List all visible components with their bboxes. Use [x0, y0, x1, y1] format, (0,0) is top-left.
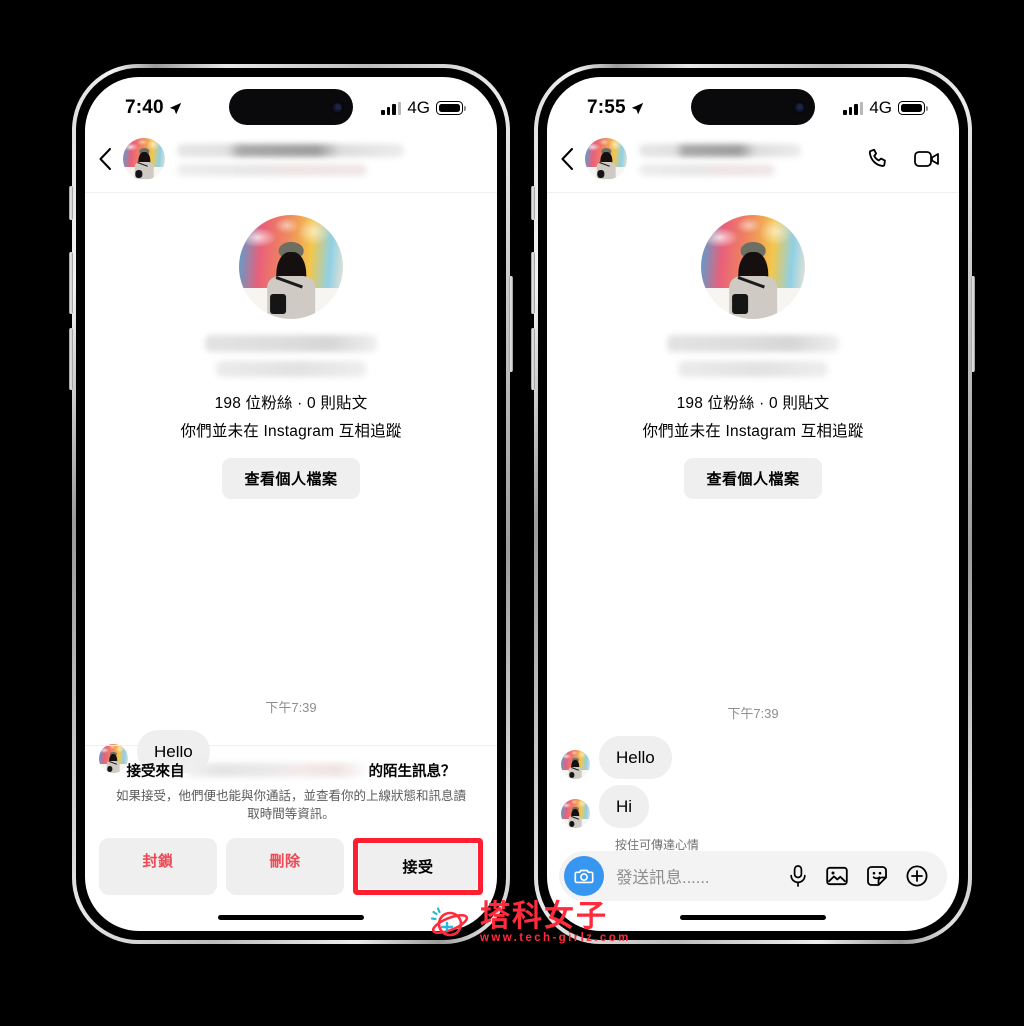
photo-icon[interactable]: [825, 864, 849, 888]
request-title-suffix: 的陌生訊息？: [368, 763, 456, 780]
chat-header-left: [85, 131, 497, 193]
status-bar-right: 7:55 4G: [547, 77, 959, 131]
watermark-url: www.tech-girlz.com: [480, 932, 631, 944]
header-actions: [867, 146, 941, 172]
block-button[interactable]: 封鎖: [99, 838, 217, 895]
profile-stats: 198 位粉絲 · 0 則貼文: [214, 395, 368, 412]
message-avatar[interactable]: [561, 750, 590, 779]
profile-avatar[interactable]: [239, 215, 343, 319]
message-request-banner: 接受來自 的陌生訊息？ 如果接受，他們便也能與你通話，並查看你的上線狀態和訊息讀…: [85, 744, 497, 906]
chat-header-right: [547, 131, 959, 193]
back-chevron-icon[interactable]: [99, 147, 111, 170]
message-row: Hello: [547, 736, 959, 779]
phone-call-icon[interactable]: [867, 146, 893, 172]
plus-icon[interactable]: [905, 864, 929, 888]
planet-logo-icon: [430, 907, 469, 937]
input-action-icons: [787, 864, 935, 888]
mute-switch-right[interactable]: [531, 186, 535, 220]
input-pill[interactable]: 發送訊息......: [559, 851, 947, 901]
signal-bars-icon: [381, 101, 402, 115]
contact-avatar[interactable]: [585, 137, 627, 180]
volume-up-button-left[interactable]: [69, 252, 73, 314]
dynamic-island-left: [229, 89, 353, 125]
status-bar-left: 7:40 4G: [85, 77, 497, 131]
delete-button[interactable]: 刪除: [226, 838, 344, 895]
contact-name-blurred: [177, 142, 479, 176]
dynamic-island-right: [691, 89, 815, 125]
screen-left: 7:40 4G 198 位粉絲 · 0 則貼文 你們並未在 Instagram …: [85, 77, 497, 931]
sticker-icon[interactable]: [865, 864, 889, 888]
request-actions: 封鎖 刪除 接受: [99, 838, 483, 895]
contact-display-name-bar: [639, 143, 801, 157]
view-profile-button[interactable]: 查看個人檔案: [684, 458, 822, 499]
profile-name-bar: [667, 335, 839, 352]
request-title-prefix: 接受來自: [126, 763, 185, 780]
message-avatar[interactable]: [561, 799, 590, 828]
contact-name-blurred: [639, 142, 855, 176]
front-camera-icon: [331, 100, 344, 114]
accept-button-highlight: 接受: [353, 838, 483, 895]
profile-relationship: 你們並未在 Instagram 互相追蹤: [180, 423, 402, 440]
profile-stats: 198 位粉絲 · 0 則貼文: [676, 395, 830, 412]
status-clock-left: 7:40: [125, 97, 182, 119]
microphone-icon[interactable]: [787, 864, 809, 888]
message-row: Hi: [547, 785, 959, 828]
profile-username-bar: [678, 361, 828, 377]
message-input-placeholder[interactable]: 發送訊息......: [616, 864, 775, 888]
phone-right: 7:55 4G 198 位粉絲 · 0 則貼文 你們並未在 Instagram …: [531, 64, 975, 944]
power-button-left[interactable]: [509, 276, 513, 372]
profile-relationship: 你們並未在 Instagram 互相追蹤: [642, 423, 864, 440]
volume-down-button-left[interactable]: [69, 328, 73, 390]
battery-icon: [898, 101, 928, 115]
home-indicator-left[interactable]: [218, 914, 364, 920]
phone-bezel-right: 7:55 4G 198 位粉絲 · 0 則貼文 你們並未在 Instagram …: [538, 68, 968, 940]
accept-button[interactable]: 接受: [359, 844, 477, 889]
request-title: 接受來自 的陌生訊息？: [99, 760, 483, 781]
battery-icon: [436, 101, 466, 115]
back-chevron-icon[interactable]: [561, 147, 573, 170]
location-arrow-icon: [169, 102, 182, 114]
contact-username-bar: [639, 163, 776, 176]
status-indicators-left: 4G: [381, 98, 466, 118]
profile-username-bar: [216, 361, 366, 377]
profile-summary-left: 198 位粉絲 · 0 則貼文 你們並未在 Instagram 互相追蹤 查看個…: [85, 193, 497, 499]
video-call-icon[interactable]: [913, 146, 941, 172]
phone-bezel-left: 7:40 4G 198 位粉絲 · 0 則貼文 你們並未在 Instagram …: [76, 68, 506, 940]
network-type-label-right: 4G: [869, 98, 892, 117]
status-indicators-right: 4G: [843, 98, 928, 118]
screen-right: 7:55 4G 198 位粉絲 · 0 則貼文 你們並未在 Instagram …: [547, 77, 959, 931]
volume-down-button-right[interactable]: [531, 328, 535, 390]
mute-switch-left[interactable]: [69, 186, 73, 220]
location-arrow-icon: [631, 102, 644, 114]
request-sender-name-blurred: [186, 763, 367, 777]
camera-icon[interactable]: [564, 856, 604, 896]
profile-summary-right: 198 位粉絲 · 0 則貼文 你們並未在 Instagram 互相追蹤 查看個…: [547, 193, 959, 499]
network-type-label-left: 4G: [407, 98, 430, 117]
message-bubble[interactable]: Hello: [599, 736, 672, 779]
front-camera-icon: [793, 100, 806, 114]
message-list-right: 下午7:39 Hello Hi 按住可傳達心情: [547, 703, 959, 853]
contact-avatar[interactable]: [123, 137, 165, 180]
status-clock-right: 7:55: [587, 97, 644, 119]
watermark: 塔科女子 www.tech-girlz.com: [430, 902, 631, 945]
message-bubble[interactable]: Hi: [599, 785, 650, 828]
request-subtitle: 如果接受，他們便也能與你通話，並查看你的上線狀態和訊息讀取時間等資訊。: [115, 788, 466, 822]
contact-username-bar: [177, 163, 368, 176]
message-timestamp: 下午7:39: [727, 706, 779, 721]
phone-left: 7:40 4G 198 位粉絲 · 0 則貼文 你們並未在 Instagram …: [69, 64, 513, 944]
view-profile-button[interactable]: 查看個人檔案: [222, 458, 360, 499]
home-indicator-right[interactable]: [680, 914, 826, 920]
message-timestamp: 下午7:39: [265, 700, 317, 715]
message-input-bar: 發送訊息......: [547, 845, 959, 905]
screenshot-stage: 7:40 4G 198 位粉絲 · 0 則貼文 你們並未在 Instagram …: [0, 0, 1024, 1026]
status-time-left: 7:40: [125, 97, 164, 118]
watermark-title: 塔科女子: [480, 900, 608, 933]
profile-name-bar: [205, 335, 377, 352]
status-time-right: 7:55: [587, 97, 626, 118]
contact-display-name-bar: [177, 143, 404, 157]
volume-up-button-right[interactable]: [531, 252, 535, 314]
power-button-right[interactable]: [971, 276, 975, 372]
profile-avatar[interactable]: [701, 215, 805, 319]
signal-bars-icon: [843, 101, 864, 115]
